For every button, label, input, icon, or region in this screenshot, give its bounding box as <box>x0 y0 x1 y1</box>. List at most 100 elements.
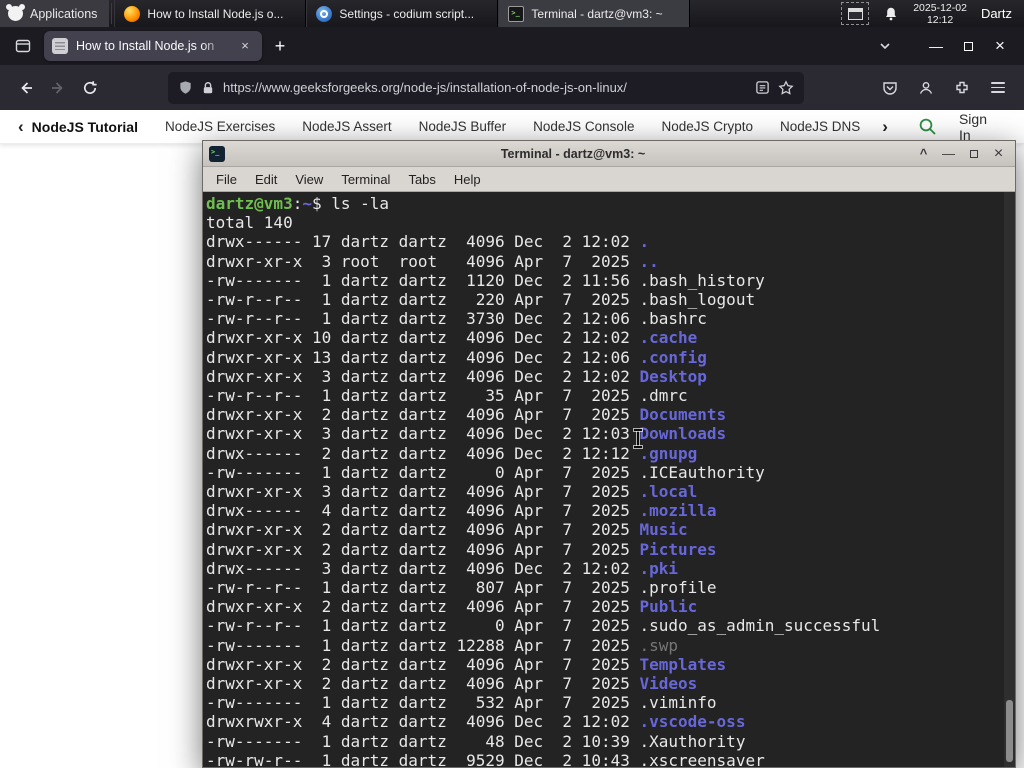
terminal-minimize-button[interactable]: — <box>938 144 959 163</box>
file-name: .mozilla <box>639 501 717 521</box>
file-name: .bashrc <box>639 309 707 329</box>
terminal-line: drwxr-xr-x 3 dartz dartz 4096 Apr 7 2025… <box>206 482 698 502</box>
tab-favicon-icon <box>52 38 68 54</box>
settings-icon <box>316 5 333 22</box>
terminal-scrollbar-thumb[interactable] <box>1006 700 1013 762</box>
terminal-menu-terminal[interactable]: Terminal <box>332 169 399 190</box>
site-nav-items: NodeJS Tutorial NodeJS Exercises NodeJS As… <box>32 119 875 135</box>
firefox-view-icon[interactable] <box>8 32 38 60</box>
window-maximize-button[interactable] <box>952 32 984 60</box>
site-nav-item[interactable]: NodeJS Exercises <box>165 119 275 134</box>
terminal-line: drwxr-xr-x 10 dartz dartz 4096 Dec 2 12:… <box>206 328 698 348</box>
site-nav-item[interactable]: NodeJS Console <box>533 119 634 134</box>
clock-date: 2025-12-02 <box>913 1 967 14</box>
terminal-titlebar[interactable]: Terminal - dartz@vm3: ~ ^ — × <box>203 141 1015 167</box>
taskbar-window-title: Settings - codium script... <box>339 6 475 21</box>
terminal-menu-view[interactable]: View <box>286 169 332 190</box>
panel-clock[interactable]: 2025-12-02 12:12 <box>913 2 967 26</box>
forward-button[interactable] <box>42 72 74 104</box>
terminal-listing: drwx------ 17 dartz dartz 4096 Dec 2 12:… <box>206 232 1015 767</box>
nav-back-chevron-icon[interactable]: ‹ <box>10 117 32 137</box>
terminal-scrollbar[interactable] <box>1004 192 1015 767</box>
site-nav-item[interactable]: NodeJS Buffer <box>419 119 507 134</box>
bookmark-star-icon[interactable] <box>778 79 794 96</box>
site-nav-item[interactable]: NodeJS Crypto <box>661 119 753 134</box>
top-panel: Applications How to Install Node.js o...… <box>0 0 1024 27</box>
terminal-close-button[interactable]: × <box>988 144 1009 163</box>
new-tab-button[interactable]: + <box>266 32 294 60</box>
site-search-icon[interactable] <box>918 117 937 136</box>
url-text: https://www.geeksforgeeks.org/node-js/in… <box>223 80 627 95</box>
file-name: .cache <box>639 328 698 348</box>
tray-terminal-icon[interactable] <box>841 2 870 25</box>
terminal-line: drwxr-xr-x 2 dartz dartz 4096 Apr 7 2025… <box>206 674 698 694</box>
terminal-line: drwxr-xr-x 2 dartz dartz 4096 Apr 7 2025… <box>206 654 727 674</box>
terminal-line: -rw-r--r-- 1 dartz dartz 3730 Dec 2 12:0… <box>206 309 707 329</box>
taskbar-window-title: How to Install Node.js o... <box>147 6 284 21</box>
file-name: . <box>639 232 650 252</box>
terminal-prompt-line: dartz@vm3:~$ ls -la <box>206 194 1015 213</box>
prompt-user-host: dartz@vm3 <box>206 194 293 213</box>
file-name: .swp <box>639 635 679 655</box>
list-tabs-chevron-icon[interactable] <box>870 32 900 60</box>
terminal-maximize-button[interactable] <box>963 144 984 163</box>
file-name: .pki <box>639 558 679 578</box>
file-name: .bash_logout <box>639 290 756 310</box>
terminal-shade-button[interactable]: ^ <box>913 144 934 163</box>
applications-menu-button[interactable]: Applications <box>0 0 110 27</box>
terminal-line: drwxr-xr-x 2 dartz dartz 4096 Apr 7 2025… <box>206 405 727 425</box>
prompt-symbol: $ <box>311 194 322 213</box>
tracking-shield-icon[interactable] <box>178 80 193 95</box>
terminal-line: -rw-r--r-- 1 dartz dartz 0 Apr 7 2025 .s… <box>206 616 881 636</box>
applications-icon <box>6 4 25 21</box>
file-name: .bash_history <box>639 270 765 290</box>
terminal-line: -rw-r--r-- 1 dartz dartz 220 Apr 7 2025 … <box>206 290 756 310</box>
clock-time: 12:12 <box>926 13 954 26</box>
reload-button[interactable] <box>74 72 106 104</box>
terminal-menu-edit[interactable]: Edit <box>246 169 286 190</box>
file-name: Videos <box>639 674 698 694</box>
taskbar-windows: How to Install Node.js o... Settings - co… <box>114 0 691 27</box>
sign-in-link[interactable]: Sign In <box>959 111 996 143</box>
user-menu[interactable]: Dartz <box>981 6 1016 21</box>
extensions-icon[interactable] <box>946 72 978 104</box>
geeksforgeeks-navbar: ‹ NodeJS Tutorial NodeJS Exercises NodeJS … <box>0 110 1024 144</box>
terminal-icon <box>508 5 525 22</box>
menu-hamburger-icon[interactable] <box>982 72 1014 104</box>
reader-mode-icon[interactable] <box>755 80 770 95</box>
site-nav-item[interactable]: NodeJS DNS <box>780 119 860 134</box>
taskbar-window-button[interactable]: How to Install Node.js o... <box>114 0 307 27</box>
account-icon[interactable] <box>910 72 942 104</box>
panel-separator <box>111 3 113 24</box>
file-name: .sudo_as_admin_successful <box>639 616 881 636</box>
terminal-total-line: total 140 <box>206 213 293 233</box>
taskbar-window-button[interactable]: Terminal - dartz@vm3: ~ <box>498 0 691 27</box>
pocket-icon[interactable] <box>874 72 906 104</box>
terminal-menu-tabs[interactable]: Tabs <box>399 169 444 190</box>
desktop: Applications How to Install Node.js o...… <box>0 0 1024 768</box>
url-bar[interactable]: https://www.geeksforgeeks.org/node-js/in… <box>168 71 804 104</box>
terminal-menu-file[interactable]: File <box>207 169 246 190</box>
file-name: Pictures <box>639 539 717 559</box>
browser-tab[interactable]: How to Install Node.js on × <box>44 31 262 61</box>
site-nav-item[interactable]: NodeJS Tutorial <box>32 119 138 135</box>
site-nav-item[interactable]: NodeJS Assert <box>302 119 391 134</box>
terminal-line: drwxr-xr-x 3 dartz dartz 4096 Dec 2 12:0… <box>206 366 707 386</box>
taskbar-window-button[interactable]: Settings - codium script... <box>306 0 499 27</box>
lock-icon[interactable] <box>201 81 215 95</box>
terminal-menu-help[interactable]: Help <box>445 169 490 190</box>
tab-close-icon[interactable]: × <box>236 37 254 55</box>
terminal-line: drwxr-xr-x 3 dartz dartz 4096 Dec 2 12:0… <box>206 424 727 444</box>
window-minimize-button[interactable]: — <box>920 32 952 60</box>
file-name: .vscode-oss <box>639 712 746 732</box>
back-button[interactable] <box>10 72 42 104</box>
terminal-line: -rw-r--r-- 1 dartz dartz 35 Apr 7 2025 .… <box>206 386 688 406</box>
panel-tray: 2025-12-02 12:12 Dartz <box>841 0 1024 27</box>
window-close-button[interactable]: × <box>984 32 1016 60</box>
nav-forward-chevron-icon[interactable]: › <box>874 117 896 137</box>
terminal-line: drwxr-xr-x 13 dartz dartz 4096 Dec 2 12:… <box>206 347 707 367</box>
terminal-title: Terminal - dartz@vm3: ~ <box>500 146 646 161</box>
terminal-content[interactable]: dartz@vm3:~$ ls -la total 140 drwx------… <box>203 192 1015 767</box>
notification-bell-icon[interactable] <box>883 6 899 22</box>
terminal-window: Terminal - dartz@vm3: ~ ^ — × FileEditVi… <box>202 140 1016 768</box>
